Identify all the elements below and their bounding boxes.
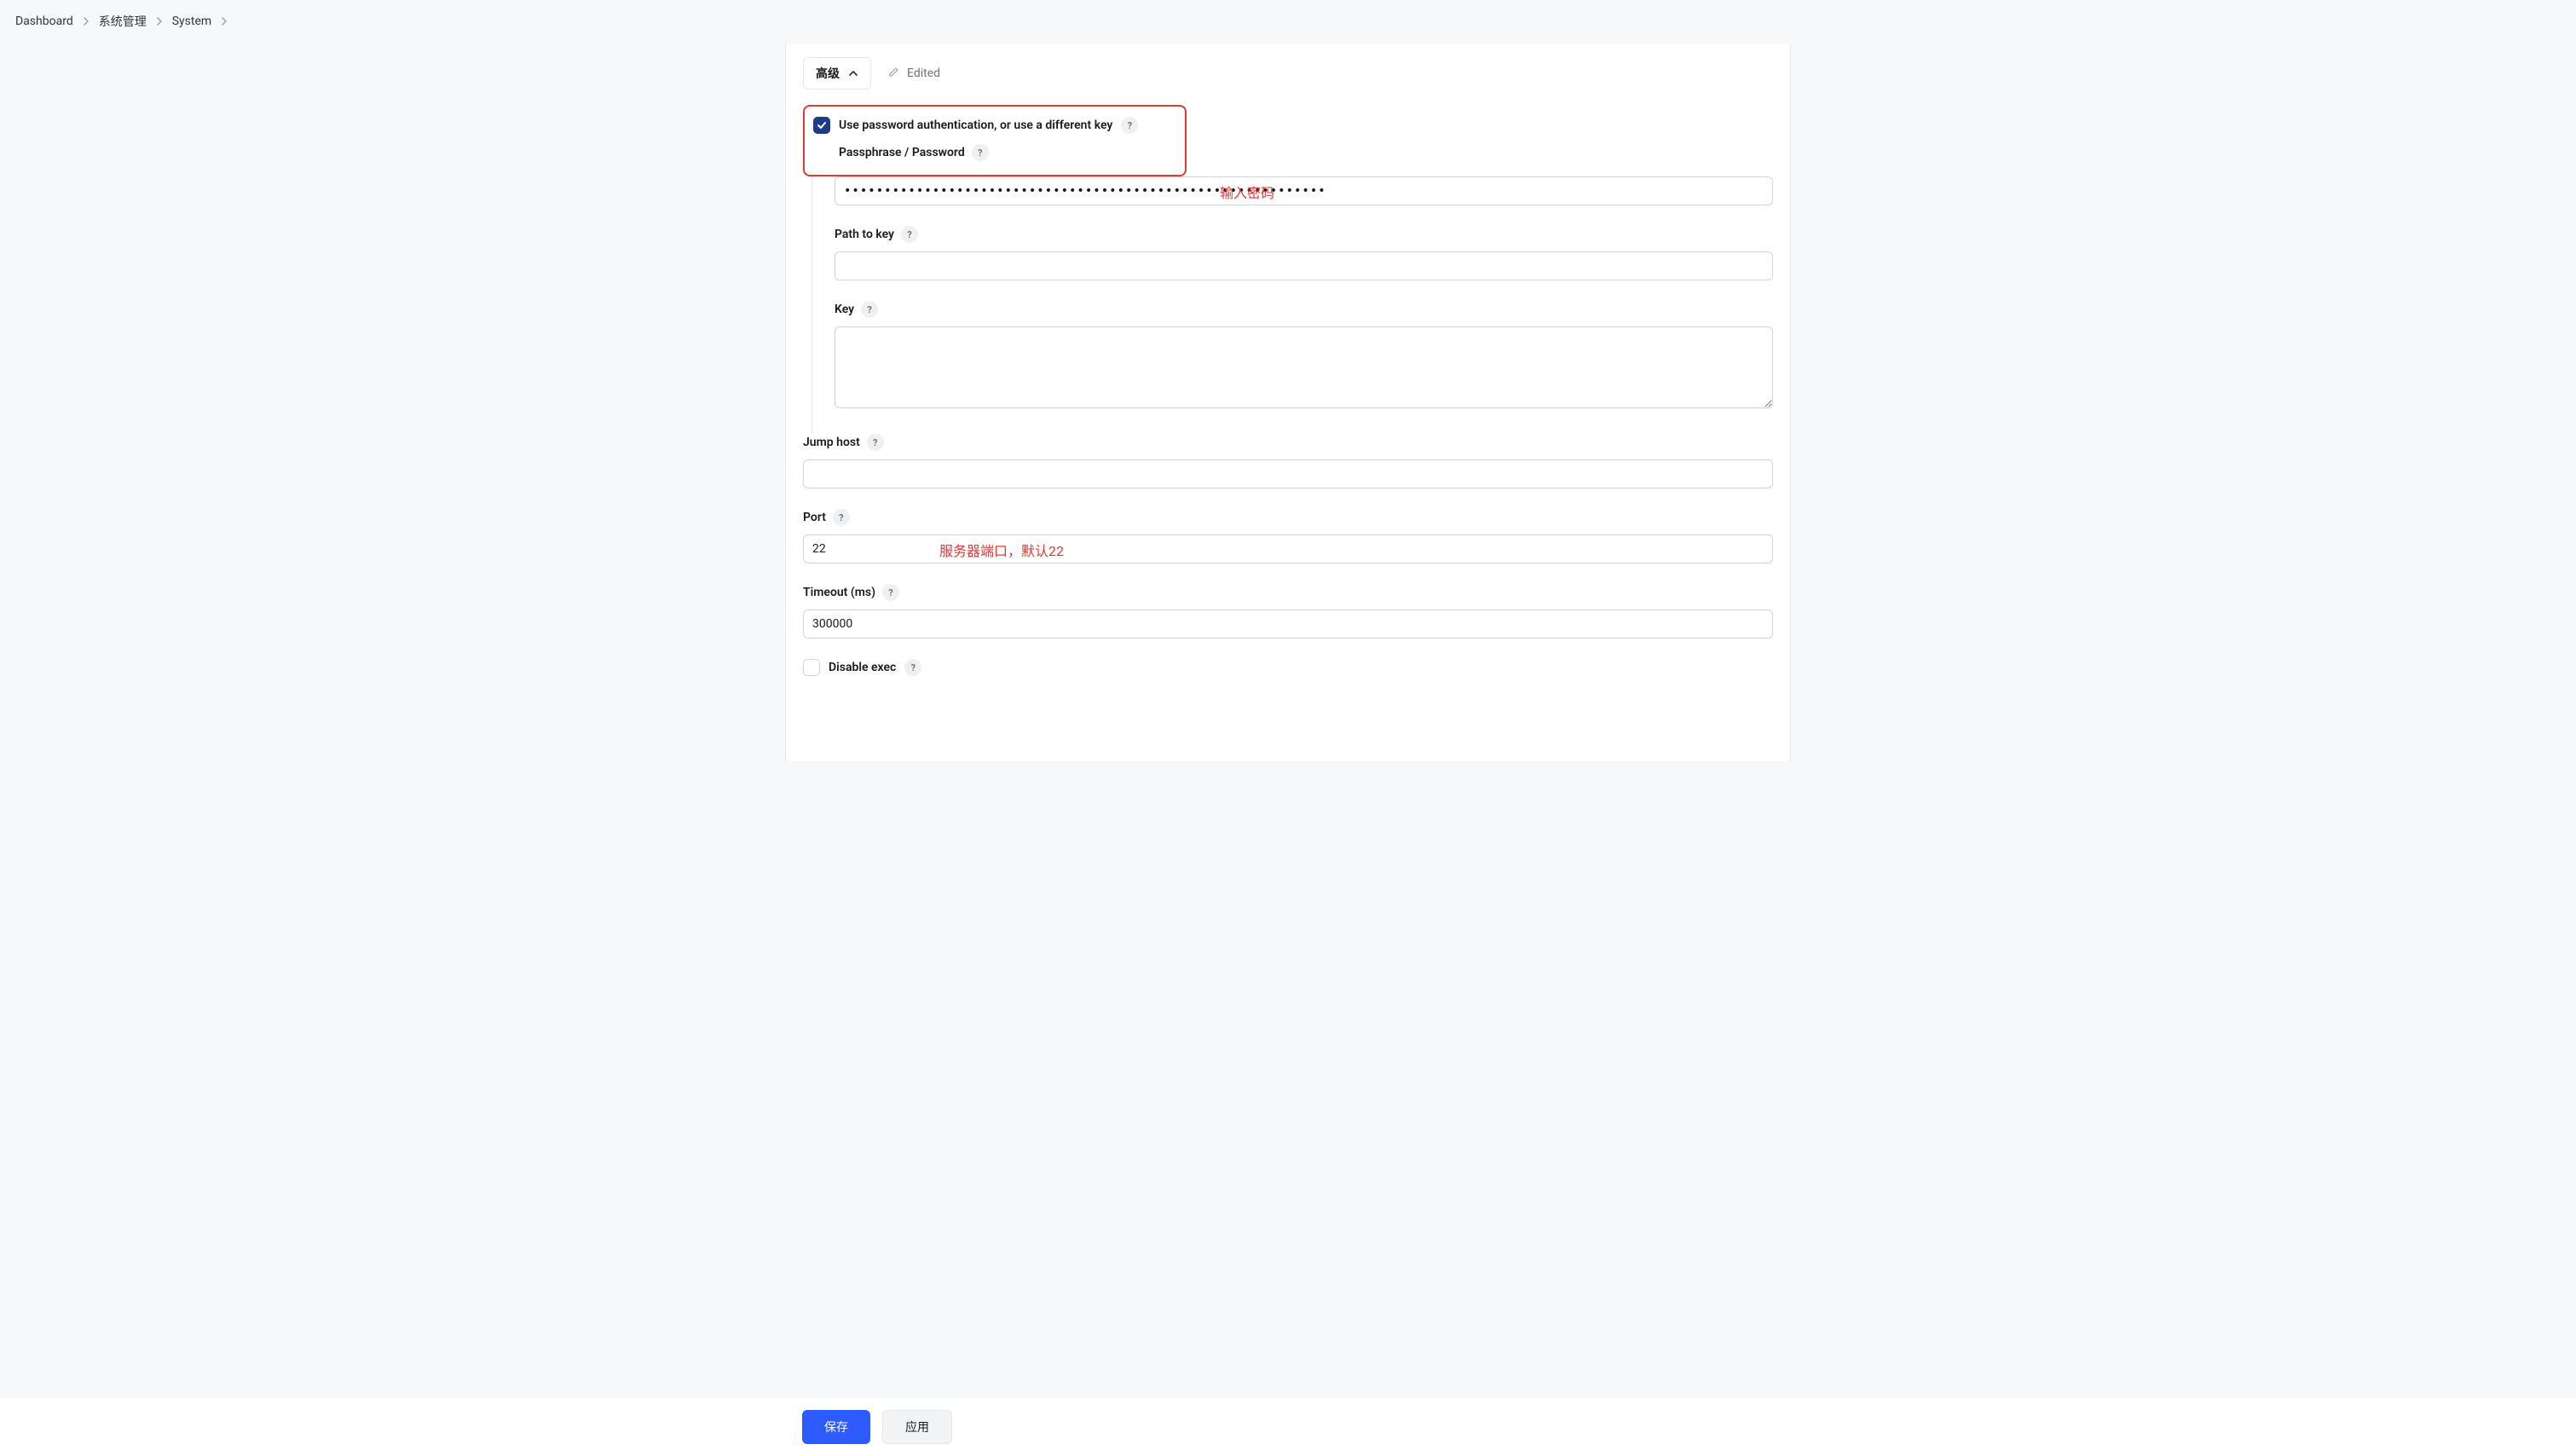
key-label: Key bbox=[835, 303, 854, 316]
save-button[interactable]: 保存 bbox=[802, 1410, 870, 1444]
disable-exec-checkbox[interactable] bbox=[803, 659, 820, 676]
jump-host-label: Jump host bbox=[803, 436, 860, 449]
help-icon[interactable]: ? bbox=[901, 226, 918, 243]
help-icon[interactable]: ? bbox=[904, 659, 921, 676]
breadcrumb-item-dashboard[interactable]: Dashboard bbox=[15, 14, 73, 28]
apply-button[interactable]: 应用 bbox=[882, 1410, 952, 1444]
chevron-right-icon bbox=[155, 17, 164, 26]
help-icon[interactable]: ? bbox=[867, 434, 884, 451]
help-icon[interactable]: ? bbox=[882, 584, 899, 601]
port-input[interactable] bbox=[803, 534, 1773, 563]
port-label: Port bbox=[803, 511, 826, 524]
advanced-toggle-button[interactable]: 高级 bbox=[803, 57, 871, 90]
breadcrumb: Dashboard 系统管理 System bbox=[0, 0, 2576, 43]
help-icon[interactable]: ? bbox=[972, 144, 989, 161]
edited-indicator: Edited bbox=[888, 66, 940, 81]
edited-label: Edited bbox=[907, 66, 940, 80]
breadcrumb-item-system[interactable]: System bbox=[172, 14, 211, 28]
password-auth-highlight: Use password authentication, or use a di… bbox=[803, 105, 1187, 176]
passphrase-label: Passphrase / Password bbox=[839, 146, 965, 159]
chevron-right-icon bbox=[82, 17, 90, 26]
help-icon[interactable]: ? bbox=[1121, 117, 1138, 134]
footer-bar: 保存 应用 bbox=[0, 1398, 2576, 1456]
path-to-key-label: Path to key bbox=[835, 228, 894, 241]
timeout-input[interactable] bbox=[803, 610, 1773, 638]
timeout-label: Timeout (ms) bbox=[803, 586, 875, 599]
help-icon[interactable]: ? bbox=[833, 509, 850, 526]
chevron-up-icon bbox=[848, 68, 858, 78]
chevron-right-icon bbox=[220, 17, 228, 26]
use-password-auth-checkbox[interactable] bbox=[813, 117, 830, 134]
jump-host-input[interactable] bbox=[803, 459, 1773, 488]
key-textarea[interactable] bbox=[835, 326, 1773, 408]
main-panel: 高级 Edited Use password authentication, o… bbox=[785, 43, 1791, 761]
use-password-auth-label: Use password authentication, or use a di… bbox=[839, 118, 1112, 132]
breadcrumb-item-sysmgmt[interactable]: 系统管理 bbox=[99, 13, 147, 30]
pencil-icon bbox=[888, 66, 900, 81]
help-icon[interactable]: ? bbox=[861, 301, 878, 318]
path-to-key-input[interactable] bbox=[835, 251, 1773, 280]
advanced-label: 高级 bbox=[816, 65, 840, 82]
passphrase-input[interactable] bbox=[835, 176, 1773, 205]
disable-exec-label: Disable exec bbox=[829, 661, 896, 674]
